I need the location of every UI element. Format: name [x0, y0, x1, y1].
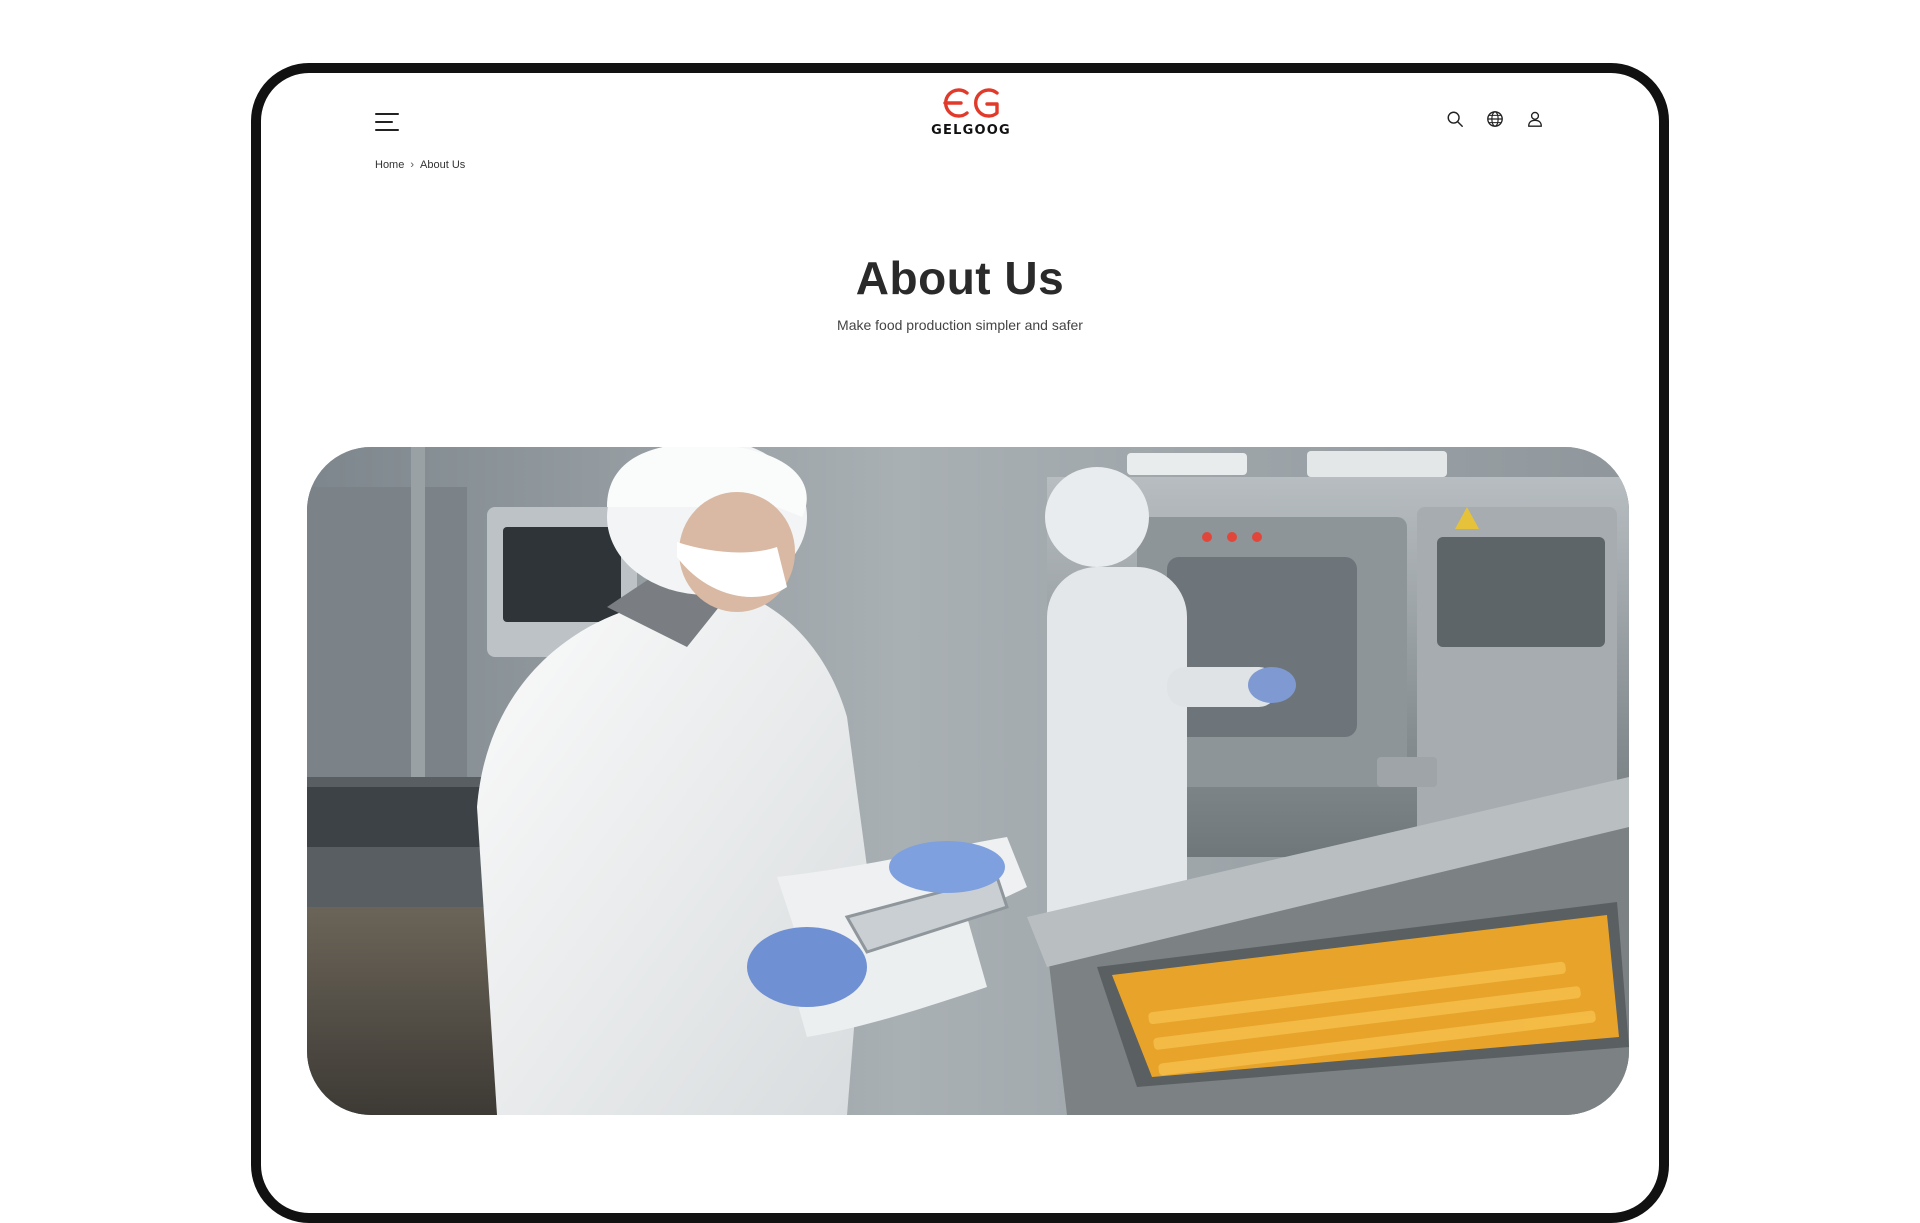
device-frame: GELGOOG Home › About Us About Us Make fo… — [251, 63, 1669, 1223]
hamburger-menu-icon — [375, 113, 399, 115]
logo-text: GELGOOG — [931, 123, 1011, 138]
menu-button[interactable] — [375, 109, 403, 137]
breadcrumb-home-link[interactable]: Home — [375, 159, 404, 171]
user-icon — [1528, 111, 1542, 127]
search-icon — [1447, 111, 1463, 127]
page-title: About Us — [855, 252, 1065, 304]
hero-photo — [307, 447, 1629, 1115]
food-factory-worker-photo — [307, 447, 1629, 1115]
language-button[interactable] — [1485, 109, 1505, 129]
header-actions — [1445, 109, 1545, 129]
brand-logo[interactable]: GELGOOG — [923, 85, 1019, 155]
page-subtitle: Make food production simpler and safer — [837, 317, 1083, 333]
breadcrumb-current: About Us — [420, 159, 466, 171]
breadcrumb: Home › About Us — [375, 159, 465, 171]
search-button[interactable] — [1445, 109, 1465, 129]
logo-mark-icon — [943, 88, 999, 118]
hamburger-menu-icon-bar — [375, 129, 399, 131]
chevron-right-icon: › — [410, 159, 415, 171]
globe-icon — [1487, 111, 1503, 127]
account-button[interactable] — [1525, 109, 1545, 129]
site-header: GELGOOG — [261, 73, 1659, 203]
page-screen: GELGOOG Home › About Us About Us Make fo… — [261, 73, 1659, 1213]
hamburger-menu-icon-bar — [375, 121, 393, 123]
